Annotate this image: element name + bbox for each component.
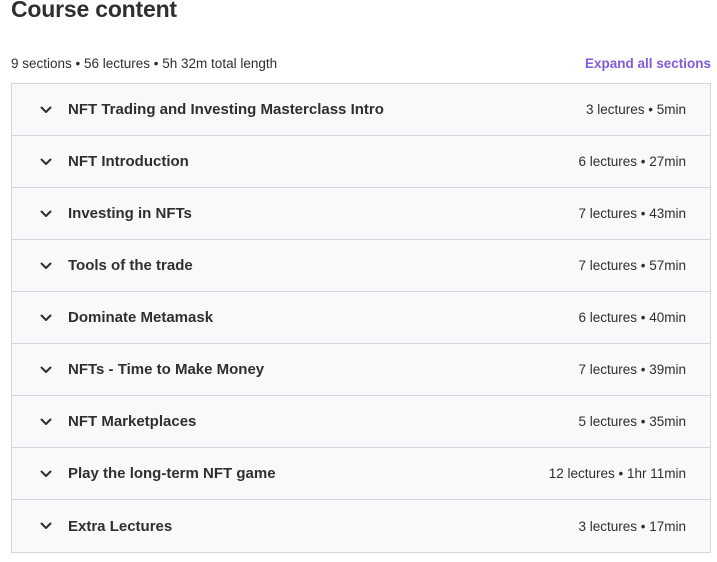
section-title: Tools of the trade (68, 257, 193, 274)
section-meta: 7 lectures • 39min (578, 362, 686, 377)
section-header[interactable]: Tools of the trade 7 lectures • 57min (12, 240, 710, 292)
chevron-down-icon (39, 519, 53, 533)
section-header[interactable]: NFT Marketplaces 5 lectures • 35min (12, 396, 710, 448)
chevron-down-icon (39, 415, 53, 429)
chevron-down-icon (39, 363, 53, 377)
section-header[interactable]: NFT Trading and Investing Masterclass In… (12, 84, 710, 136)
page-title: Course content (11, 0, 177, 22)
chevron-down-icon (39, 207, 53, 221)
section-meta: 3 lectures • 17min (578, 518, 686, 534)
section-title: NFT Trading and Investing Masterclass In… (68, 101, 384, 118)
section-meta: 5 lectures • 35min (578, 414, 686, 429)
chevron-down-icon (39, 467, 53, 481)
chevron-down-icon (39, 311, 53, 325)
section-meta: 7 lectures • 43min (578, 206, 686, 221)
chevron-down-icon (39, 155, 53, 169)
section-meta: 6 lectures • 27min (578, 154, 686, 169)
section-header[interactable]: Investing in NFTs 7 lectures • 43min (12, 188, 710, 240)
expand-all-sections-button[interactable]: Expand all sections (585, 56, 711, 71)
section-header[interactable]: NFTs - Time to Make Money 7 lectures • 3… (12, 344, 710, 396)
section-title: NFTs - Time to Make Money (68, 361, 265, 378)
chevron-down-icon (39, 103, 53, 117)
section-title: Play the long-term NFT game (68, 465, 276, 482)
section-header[interactable]: Extra Lectures 3 lectures • 17min (12, 500, 710, 552)
chevron-down-icon (39, 259, 53, 273)
course-summary: 9 sections • 56 lectures • 5h 32m total … (11, 55, 278, 71)
course-summary-bar: 9 sections • 56 lectures • 5h 32m total … (11, 53, 711, 73)
section-list: NFT Trading and Investing Masterclass In… (11, 83, 711, 553)
section-title: Extra Lectures (68, 517, 173, 535)
section-header[interactable]: Dominate Metamask 6 lectures • 40min (12, 292, 710, 344)
section-title: Investing in NFTs (68, 205, 192, 222)
section-title: NFT Marketplaces (68, 413, 197, 430)
section-header[interactable]: NFT Introduction 6 lectures • 27min (12, 136, 710, 188)
section-title: NFT Introduction (68, 153, 189, 170)
section-meta: 7 lectures • 57min (578, 258, 686, 273)
section-meta: 12 lectures • 1hr 11min (548, 466, 686, 481)
section-meta: 3 lectures • 5min (585, 102, 686, 117)
section-header[interactable]: Play the long-term NFT game 12 lectures … (12, 448, 710, 500)
section-title: Dominate Metamask (68, 309, 214, 326)
section-meta: 6 lectures • 40min (578, 310, 686, 325)
